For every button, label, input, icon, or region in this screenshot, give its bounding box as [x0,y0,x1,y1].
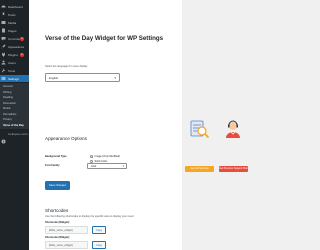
plugin-icon [1,52,6,57]
settings-icon [1,76,6,81]
shortcodes-section-title: Shortcodes [45,208,69,213]
plugins-count-badge: 1 [20,52,24,57]
sidebar-item-label: Plugins [8,52,18,57]
sidebar-item-media[interactable]: Media [0,19,29,26]
sidebar-item-label: Appearance [8,44,25,49]
chevron-down-icon: ▾ [114,76,116,80]
pin-icon [1,12,6,17]
language-select[interactable]: English ▾ [45,73,120,82]
collapse-menu-label: Collapse menu [8,131,29,136]
comment-icon [1,36,6,41]
admin-sidebar: Dashboard Posts Media Pages Comments 1 A… [0,0,29,250]
sidebar-item-settings[interactable]: Settings [0,75,29,82]
radio-checked-icon [90,155,93,158]
sidebar-item-label: Media [8,20,17,25]
collapse-menu-button[interactable]: Collapse menu [0,130,29,144]
font-family-select[interactable]: Arial ▾ [87,163,127,169]
brush-icon [1,44,6,49]
appearance-section-title: Appearance Options [45,136,87,141]
sidebar-item-label: Dashboard [8,4,23,9]
language-hint: Select the language for verse display [45,65,88,68]
sidebar-item-label: Posts [8,12,16,17]
background-type-label: Background Type [45,155,67,158]
sidebar-item-dashboard[interactable]: Dashboard [0,3,29,10]
media-icon [1,20,6,25]
background-option-image[interactable]: Image (Only Modified) [90,155,120,158]
radio-label: Image (Only Modified) [94,155,121,158]
font-family-value: Arial [91,165,97,168]
font-family-label: Font Family [45,164,60,167]
wrench-icon [1,68,6,73]
sidebar-item-label: Tools [8,68,16,73]
settings-submenu: General Writing Reading Discussion Media… [0,83,29,129]
sidebar-item-users[interactable]: Users [0,59,29,66]
shortcode-field[interactable]: [bible_verse_widget] [45,226,88,234]
sidebar-item-pages[interactable]: Pages [0,27,29,34]
shortcode-field[interactable]: [bible_verse_widget] [45,241,88,249]
comments-count-badge: 1 [20,36,24,41]
chevron-down-icon: ▾ [122,165,124,168]
copy-shortcode-button[interactable]: Copy [92,241,106,249]
sidebar-item-appearance[interactable]: Appearance [0,43,29,50]
sidebar-item-label: Settings [8,76,19,81]
get-premium-support-button[interactable]: Get Premium Support Plan [219,166,248,172]
language-select-value: English [49,76,59,80]
sidebar-item-plugins[interactable]: Plugins 1 [0,51,29,58]
save-changes-button[interactable]: Save Changes [45,181,70,190]
sidebar-item-label: Pages [8,28,17,33]
collapse-icon [1,131,6,144]
support-agent-icon [226,120,240,138]
shortcode-label: Shortcode (Widget): [45,221,70,224]
copy-shortcode-button[interactable]: Copy [92,226,106,234]
sidebar-item-comments[interactable]: Comments 1 [0,35,29,42]
sidebar-item-posts[interactable]: Posts [0,11,29,18]
get-full-services-button[interactable]: Get Full Services [185,166,214,172]
shortcodes-hint: Use the following shortcodes to display … [45,215,134,218]
sidebar-item-tools[interactable]: Tools [0,67,29,74]
dashboard-icon [1,4,6,9]
sidebar-item-label: Users [8,60,16,65]
page-icon [1,28,6,33]
user-icon [1,60,6,65]
page-title: Verse of the Day Widget for WP Settings [45,35,164,42]
shortcode-label: Shortcode (Widget): [45,236,70,239]
submenu-item-verse-of-the-day[interactable]: Verse of the Day [0,123,29,129]
magnifier-document-icon [190,120,209,138]
